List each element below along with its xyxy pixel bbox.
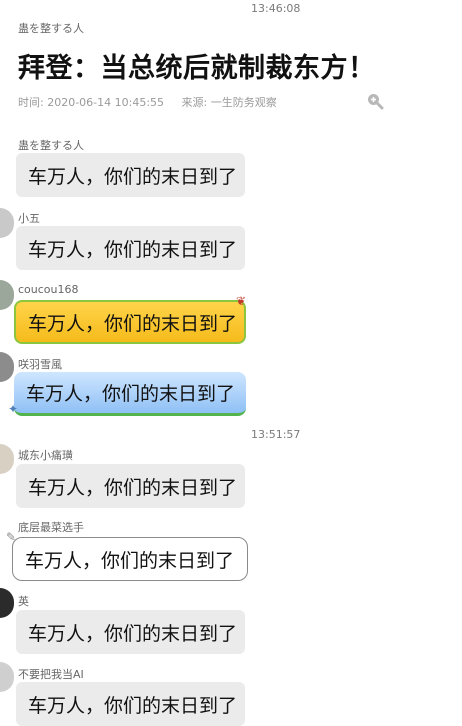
meta-source-label: 来源: — [181, 96, 208, 109]
message-bubble[interactable]: 车万人，你们的末日到了 — [14, 300, 246, 344]
avatar[interactable] — [0, 662, 14, 692]
message-sender: 英 — [18, 595, 29, 608]
message-sender: 底层最菜选手 — [18, 521, 84, 534]
message-bubble[interactable]: 车万人，你们的末日到了 — [14, 372, 246, 416]
message-bubble[interactable]: 车万人，你们的末日到了 — [16, 610, 245, 654]
bubble-ornament-icon: ❦ — [236, 294, 247, 308]
avatar[interactable] — [0, 280, 14, 310]
message-bubble[interactable]: 车万人，你们的末日到了 — [16, 464, 245, 508]
message-sender: 咲羽雪風 — [18, 358, 62, 371]
meta-time-label: 时间: — [18, 96, 44, 109]
message-sender: coucou168 — [18, 283, 79, 296]
zoom-in-icon[interactable] — [366, 92, 384, 110]
message-bubble[interactable]: 车万人，你们的末日到了 — [16, 226, 245, 270]
message-bubble[interactable]: 车万人，你们的末日到了 — [16, 682, 245, 726]
meta-time: 2020-06-14 10:45:55 — [47, 96, 165, 109]
message-sender: 不要把我当AI — [18, 668, 84, 681]
article-sender-name: 蛊を整する人 — [18, 22, 84, 35]
avatar[interactable] — [0, 588, 14, 618]
message-bubble[interactable]: 车万人，你们的末日到了 — [12, 537, 248, 581]
avatar[interactable] — [0, 208, 14, 238]
message-sender: 城东小痛璜 — [18, 449, 73, 462]
message-sender: 蛊を整する人 — [18, 139, 84, 152]
article-title[interactable]: 拜登：当总统后就制裁东方！ — [18, 46, 376, 85]
bubble-ornament-icon: ✎ — [6, 530, 17, 544]
message-bubble[interactable]: 车万人，你们的末日到了 — [16, 153, 245, 197]
article-meta: 时间: 2020-06-14 10:45:55 来源: 一生防务观察 — [18, 94, 277, 110]
message-sender: 小五 — [18, 212, 40, 225]
avatar[interactable] — [0, 352, 14, 382]
timestamp: 13:51:57 — [251, 428, 301, 441]
meta-source: 一生防务观察 — [210, 96, 277, 109]
bubble-ornament-icon: ✦ — [8, 402, 19, 416]
avatar[interactable] — [0, 444, 14, 474]
timestamp: 13:46:08 — [251, 2, 301, 15]
